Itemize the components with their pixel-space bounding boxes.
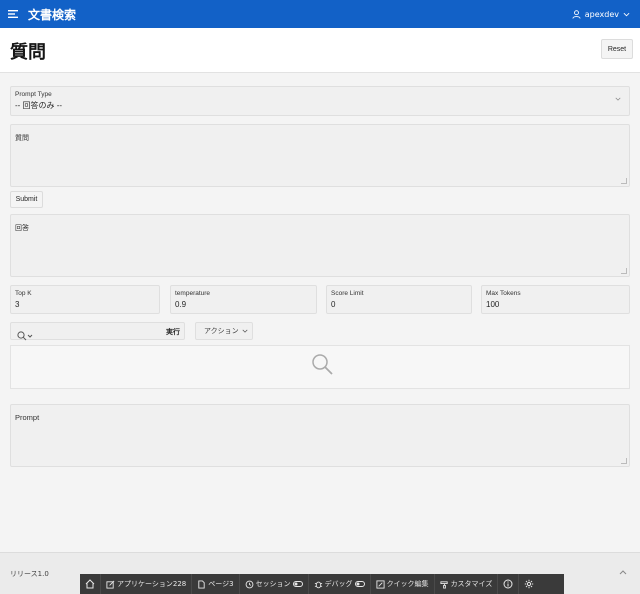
settings-icon [525,579,534,589]
user-menu[interactable]: apexdev [572,0,630,28]
app-title[interactable]: 文書検索 [28,6,76,23]
resize-handle[interactable] [621,178,627,184]
devbar-page-label: ページ3 [208,580,234,588]
devbar-page[interactable]: ページ3 [192,574,240,594]
edit-page-icon [198,579,205,589]
score-limit-label: Score Limit [331,290,364,297]
question-textarea[interactable]: 質問 [10,124,630,187]
chevron-up-icon [619,570,627,575]
edit-app-icon [106,580,115,589]
score-limit-value: 0 [331,300,336,309]
scroll-to-top-button[interactable] [615,565,631,581]
user-name: apexdev [584,9,619,19]
answer-textarea[interactable]: 回答 [10,214,630,277]
resize-handle[interactable] [621,458,627,464]
top-navigation-bar: 文書検索 apexdev [0,0,640,28]
devbar-info[interactable] [498,574,520,594]
devbar-debug[interactable]: デバッグ [309,574,371,594]
release-label: リリース1.0 [10,570,49,578]
reset-button[interactable]: Reset [601,39,633,59]
resize-handle[interactable] [621,268,627,274]
devbar-home[interactable] [80,574,101,594]
developer-toolbar: アプリケーション228 ページ3 セッション デバッグ クイック編集 カスタマイ… [80,574,564,594]
prompt-type-label: Prompt Type [15,91,52,98]
devbar-quick-edit-label: クイック編集 [386,580,429,588]
customize-icon [440,580,448,589]
session-icon [245,580,253,588]
go-button[interactable]: 実行 [166,327,180,337]
navigation-menu-button[interactable] [0,0,26,28]
temperature-field[interactable]: temperature 0.9 [170,285,317,314]
top-k-field[interactable]: Top K 3 [10,285,160,314]
chevron-down-icon [615,97,621,101]
search-icon [312,354,333,375]
report-search-bar[interactable]: 実行 [10,322,185,341]
devbar-application-label: アプリケーション228 [117,580,187,588]
page-title: 質問 [10,42,46,63]
toggle-icon [354,581,365,587]
temperature-label: temperature [175,290,211,297]
max-tokens-label: Max Tokens [486,290,521,297]
hamburger-icon [8,10,18,18]
prompt-label: Prompt [15,413,40,422]
chevron-down-icon [242,329,248,333]
quick-edit-icon [376,579,385,589]
search-icon [17,331,33,341]
answer-label: 回答 [15,225,29,232]
temperature-value: 0.9 [175,300,187,309]
chevron-down-icon [623,12,630,16]
devbar-session[interactable]: セッション [240,574,309,594]
prompt-textarea[interactable]: Prompt [10,404,630,467]
report-search-input[interactable] [37,325,162,337]
actions-menu-button[interactable]: アクション [195,322,253,340]
search-column-selector[interactable] [17,326,33,345]
debug-icon [314,581,322,588]
prompt-type-select[interactable]: Prompt Type -- 回答のみ -- [10,86,630,116]
toggle-icon [292,581,303,587]
max-tokens-value: 100 [486,300,500,309]
devbar-application[interactable]: アプリケーション228 [101,574,193,594]
devbar-quick-edit[interactable]: クイック編集 [371,574,435,594]
max-tokens-field[interactable]: Max Tokens 100 [481,285,630,314]
submit-button[interactable]: Submit [10,191,43,208]
devbar-debug-label: デバッグ [324,580,353,588]
report-empty-state [10,345,630,389]
actions-label: アクション [204,327,239,335]
question-label: 質問 [15,135,29,142]
devbar-customize-label: カスタマイズ [450,580,493,588]
info-icon [503,579,513,589]
top-k-value: 3 [15,300,20,309]
devbar-customize[interactable]: カスタマイズ [435,574,499,594]
score-limit-field[interactable]: Score Limit 0 [326,285,472,314]
home-icon [85,579,95,589]
prompt-type-value: -- 回答のみ -- [15,101,63,110]
devbar-settings[interactable] [519,574,539,594]
devbar-session-label: セッション [255,580,291,588]
top-k-label: Top K [15,290,32,297]
user-icon [572,9,581,19]
page-title-bar: 質問 Reset [0,28,640,73]
